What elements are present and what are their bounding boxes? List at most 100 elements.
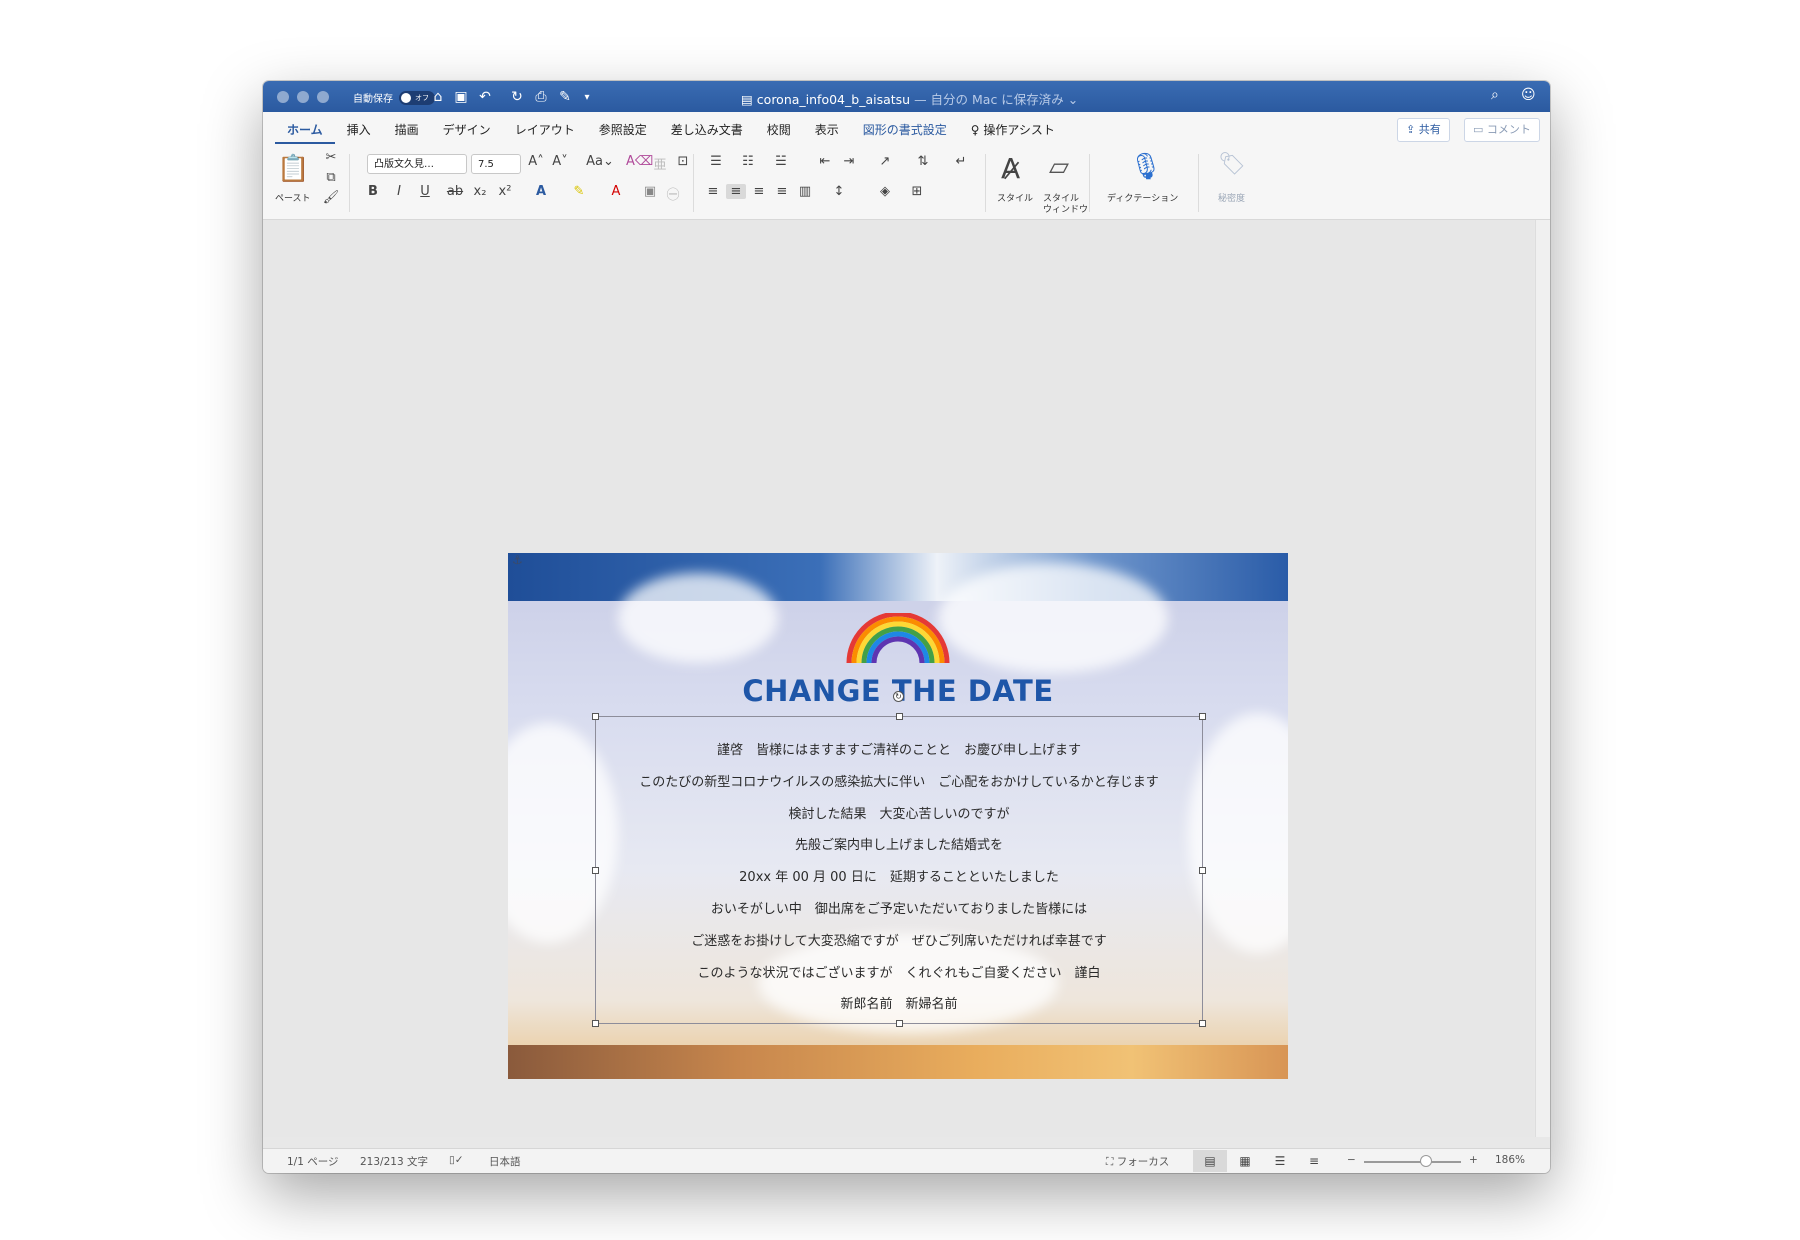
- styles-pane-icon[interactable]: ▱: [1049, 152, 1083, 186]
- comments-button[interactable]: ▭ コメント: [1464, 118, 1540, 142]
- zoom-slider[interactable]: [1364, 1161, 1461, 1163]
- focus-icon: ⛶: [1106, 1156, 1117, 1168]
- outline-view-icon[interactable]: ☰: [1263, 1150, 1297, 1172]
- align-right-icon[interactable]: ≡: [749, 184, 769, 199]
- word-window: 自動保存 オフ ⌂ ▣ ↶ ↻ ⎙ ✎ ▾ ▤ corona_info04_b_…: [263, 81, 1550, 1173]
- italic-icon[interactable]: I: [389, 184, 409, 199]
- tab-draw[interactable]: 描画: [383, 120, 431, 142]
- zoom-in-icon[interactable]: +: [1469, 1154, 1478, 1166]
- phonetic-guide-icon[interactable]: 亜: [650, 154, 670, 173]
- undo-icon[interactable]: ↶: [475, 87, 495, 107]
- zoom-window-button[interactable]: [317, 91, 329, 103]
- page-count[interactable]: 1/1 ページ: [287, 1154, 339, 1169]
- invitation-card[interactable]: ⚓ CHANGE THE DATE ↻ 謹啓 皆様にはますますご清祥のことと お…: [508, 553, 1288, 1079]
- styles-gallery-icon[interactable]: A̷: [1001, 152, 1035, 186]
- decrease-font-icon[interactable]: A˅: [550, 154, 570, 169]
- justify-icon[interactable]: ≡: [772, 184, 792, 199]
- zoom-slider-knob[interactable]: [1420, 1155, 1432, 1167]
- vertical-scrollbar[interactable]: [1535, 220, 1550, 1137]
- search-icon[interactable]: ⌕: [1491, 87, 1499, 103]
- borders-icon[interactable]: ⊞: [907, 184, 927, 199]
- sensitivity-icon[interactable]: 🏷: [1218, 152, 1252, 186]
- sort-icon[interactable]: ⇅: [913, 154, 933, 169]
- tab-layout[interactable]: レイアウト: [503, 120, 587, 142]
- enclose-character-icon[interactable]: ㊀: [663, 184, 683, 203]
- text-effects-icon[interactable]: A: [531, 184, 551, 199]
- align-left-icon[interactable]: ≡: [703, 184, 723, 199]
- bullets-icon[interactable]: ☰: [706, 154, 726, 169]
- close-window-button[interactable]: [277, 91, 289, 103]
- font-size-select[interactable]: 7.5: [471, 154, 521, 174]
- strikethrough-icon[interactable]: ab: [445, 184, 465, 199]
- increase-indent-icon[interactable]: ⇥: [839, 154, 859, 169]
- decrease-indent-icon[interactable]: ⇤: [815, 154, 835, 169]
- save-icon[interactable]: ▣: [451, 87, 471, 107]
- tab-shape-format[interactable]: 図形の書式設定: [851, 120, 959, 142]
- tab-review[interactable]: 校閲: [755, 120, 803, 142]
- smiley-icon[interactable]: ☺: [1521, 87, 1536, 103]
- highlight-icon[interactable]: ✎: [569, 184, 589, 199]
- character-border-icon[interactable]: ⊡: [673, 154, 693, 169]
- share-button[interactable]: ⇪ 共有: [1397, 118, 1450, 142]
- shading-icon[interactable]: ◈: [875, 184, 895, 199]
- print-layout-view-icon[interactable]: ▤: [1193, 1150, 1227, 1172]
- change-case-icon[interactable]: Aa⌄: [583, 154, 617, 169]
- font-color-icon[interactable]: A: [606, 184, 626, 199]
- window-controls: [277, 91, 329, 103]
- tab-design[interactable]: デザイン: [431, 120, 503, 142]
- clipboard-icon[interactable]: 📋: [277, 154, 311, 188]
- proofing-icon[interactable]: ▯✓: [449, 1154, 464, 1166]
- language[interactable]: 日本語: [489, 1154, 521, 1169]
- word-count[interactable]: 213/213 文字: [360, 1154, 428, 1169]
- bold-icon[interactable]: B: [363, 184, 383, 199]
- microphone-icon[interactable]: 🎙: [1129, 152, 1163, 186]
- redo-icon[interactable]: ↻: [507, 87, 527, 107]
- character-shading-icon[interactable]: ▣: [640, 184, 660, 199]
- clear-format-icon[interactable]: A⌫: [626, 154, 653, 169]
- resize-handle[interactable]: [896, 713, 903, 720]
- show-marks-icon[interactable]: ↵: [951, 154, 971, 169]
- underline-icon[interactable]: U: [415, 184, 435, 199]
- document-title[interactable]: ▤ corona_info04_b_aisatsu — 自分の Mac に保存済…: [741, 89, 1078, 108]
- font-name-select[interactable]: 凸版文久見…: [367, 154, 467, 174]
- copy-icon[interactable]: ⧉: [321, 170, 341, 185]
- superscript-icon[interactable]: x²: [495, 184, 515, 199]
- zoom-out-icon[interactable]: −: [1347, 1154, 1356, 1166]
- text-direction-icon[interactable]: ↗: [875, 154, 895, 169]
- status-bar: 1/1 ページ 213/213 文字 ▯✓ 日本語 ⛶ フォーカス ▤ ▦ ☰ …: [263, 1148, 1550, 1173]
- tab-insert[interactable]: 挿入: [335, 120, 383, 142]
- increase-font-icon[interactable]: A˄: [526, 154, 546, 169]
- tab-view[interactable]: 表示: [803, 120, 851, 142]
- tab-home[interactable]: ホーム: [275, 120, 335, 144]
- focus-mode[interactable]: ⛶ フォーカス: [1106, 1154, 1169, 1169]
- customize-toolbar-icon[interactable]: ▾: [577, 87, 597, 107]
- text-box[interactable]: ↻ 謹啓 皆様にはますますご清祥のことと お慶び申し上げます このたびの新型コロ…: [592, 691, 1206, 1027]
- line-spacing-icon[interactable]: ↕: [829, 184, 849, 199]
- home-icon[interactable]: ⌂: [428, 87, 448, 107]
- tab-mailings[interactable]: 差し込み文書: [659, 120, 755, 142]
- divider: [693, 154, 694, 212]
- sunset-band: [508, 1045, 1288, 1079]
- message-line: このたびの新型コロナウイルスの感染拡大に伴い ご心配をおかけしているかと存じます: [639, 774, 1159, 790]
- minimize-window-button[interactable]: [297, 91, 309, 103]
- multilevel-list-icon[interactable]: ☱: [771, 154, 791, 169]
- cut-icon[interactable]: ✂: [321, 150, 341, 165]
- edit-icon[interactable]: ✎: [555, 87, 575, 107]
- draft-view-icon[interactable]: ≡: [1297, 1150, 1331, 1172]
- tell-me[interactable]: ♀ 操作アシスト: [959, 120, 1067, 142]
- format-painter-icon[interactable]: 🖌: [321, 190, 341, 205]
- subscript-icon[interactable]: x₂: [470, 184, 490, 199]
- resize-handle[interactable]: [592, 713, 599, 720]
- zoom-level[interactable]: 186%: [1495, 1154, 1525, 1166]
- document-canvas[interactable]: ⚓ CHANGE THE DATE ↻ 謹啓 皆様にはますますご清祥のことと お…: [263, 220, 1534, 1137]
- align-center-icon[interactable]: ≡: [726, 184, 746, 199]
- anchor-icon[interactable]: ⚓: [512, 553, 523, 567]
- print-icon[interactable]: ⎙: [531, 87, 551, 107]
- share-label: 共有: [1418, 123, 1441, 136]
- rotate-handle[interactable]: ↻: [893, 691, 904, 702]
- numbering-icon[interactable]: ☷: [738, 154, 758, 169]
- resize-handle[interactable]: [1199, 713, 1206, 720]
- distributed-icon[interactable]: ▥: [795, 184, 815, 199]
- tab-references[interactable]: 参照設定: [587, 120, 659, 142]
- web-layout-view-icon[interactable]: ▦: [1228, 1150, 1262, 1172]
